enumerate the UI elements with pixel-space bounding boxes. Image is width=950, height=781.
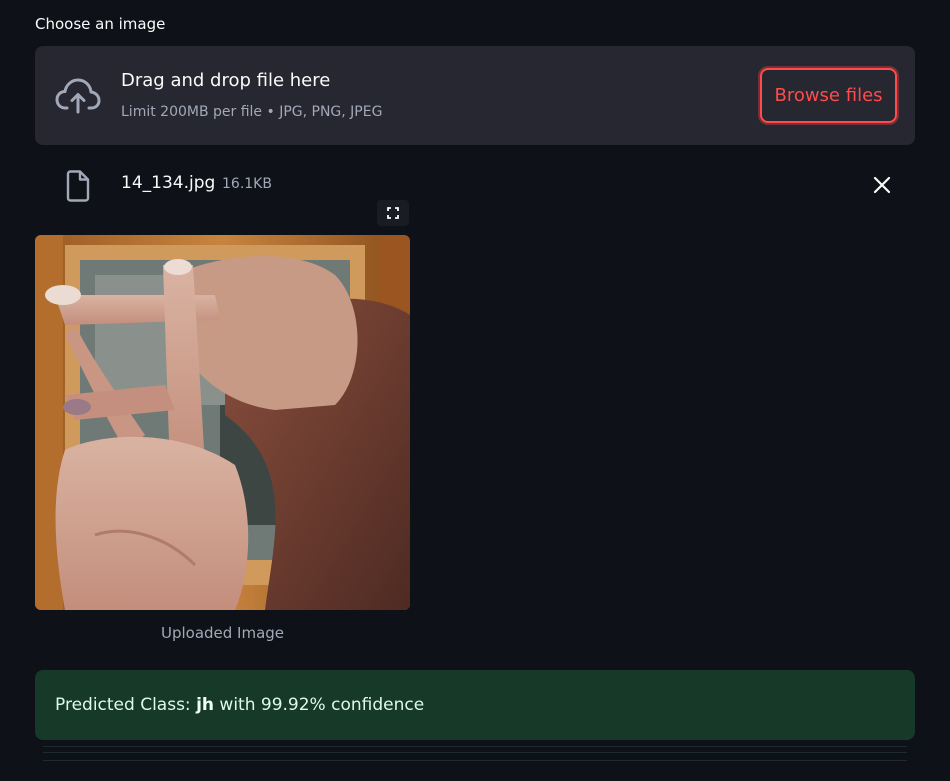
dropzone-title: Drag and drop file here xyxy=(121,70,331,91)
uploaded-image xyxy=(35,235,410,610)
fullscreen-button[interactable] xyxy=(377,200,409,226)
uploader-label: Choose an image xyxy=(35,15,166,33)
app-page: Choose an image Drag and drop file here … xyxy=(0,0,950,781)
prediction-confidence: with 99.92% confidence xyxy=(219,695,425,715)
file-size: 16.1KB xyxy=(222,176,272,192)
file-icon xyxy=(66,170,90,202)
close-icon[interactable] xyxy=(873,176,891,194)
prediction-alert: Predicted Class: jh with 99.92% confiden… xyxy=(35,670,915,740)
hand-gesture-photo xyxy=(35,235,410,610)
predicted-class: jh xyxy=(196,695,215,715)
cloud-upload-icon xyxy=(55,78,101,114)
file-dropzone[interactable]: Drag and drop file here Limit 200MB per … xyxy=(35,46,915,145)
file-name: 14_134.jpg xyxy=(121,173,216,193)
prediction-prefix: Predicted Class: xyxy=(55,695,191,715)
uploaded-file-row: 14_134.jpg 16.1KB xyxy=(35,165,915,205)
divider xyxy=(43,760,907,761)
browse-files-button[interactable]: Browse files xyxy=(760,68,897,123)
divider xyxy=(43,752,907,753)
divider xyxy=(43,746,907,747)
dropzone-limits: Limit 200MB per file • JPG, PNG, JPEG xyxy=(121,104,383,120)
image-caption: Uploaded Image xyxy=(160,624,285,642)
fullscreen-icon xyxy=(387,207,399,219)
